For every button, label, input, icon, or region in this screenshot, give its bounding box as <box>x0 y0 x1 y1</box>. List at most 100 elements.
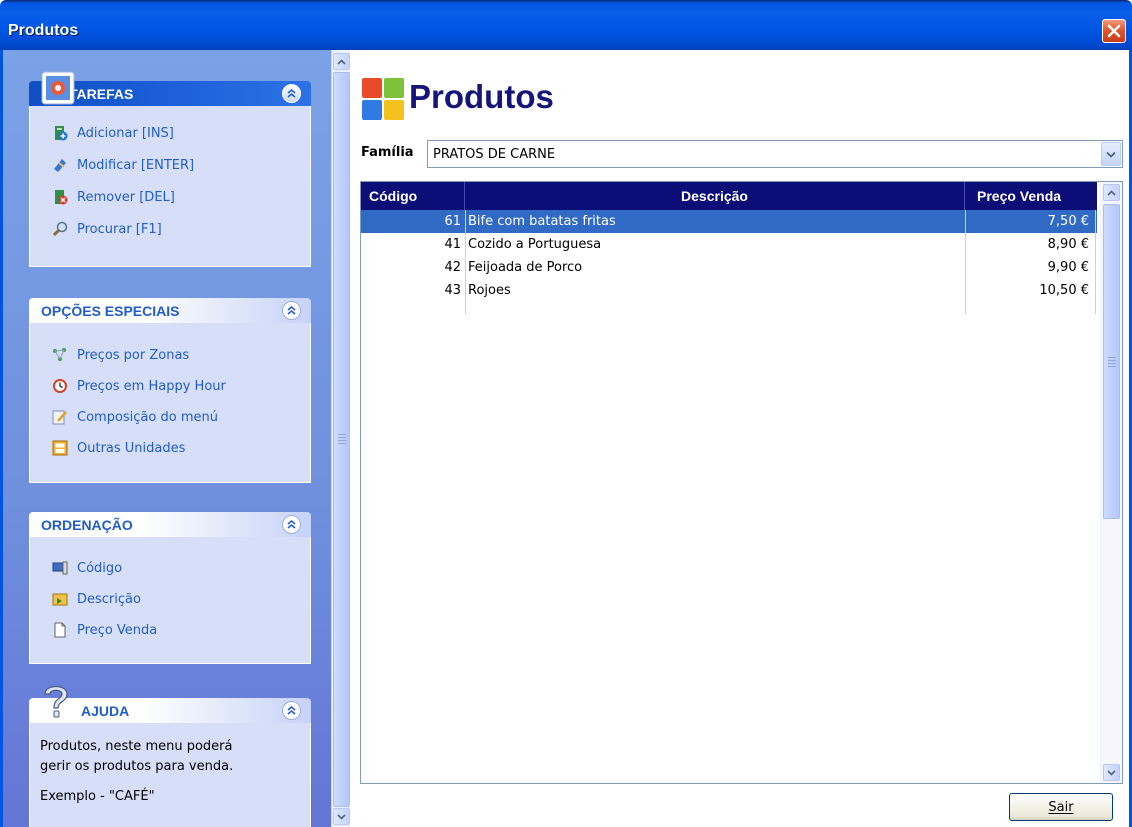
exit-button-label: Sair <box>1048 799 1074 815</box>
task-adicionar-label: Adicionar [INS] <box>77 125 174 141</box>
ordenacao-title: ORDENAÇÃO <box>41 517 133 533</box>
column-header-descricao[interactable]: Descrição <box>465 182 965 210</box>
task-procurar[interactable]: Procurar [F1] <box>52 219 162 239</box>
table-row[interactable]: 42 Feijoada de Porco 9,90 € <box>361 256 1097 279</box>
opcoes-header[interactable]: OPÇÕES ESPECIAIS <box>29 298 311 323</box>
table-scroll-thumb[interactable] <box>1103 204 1120 519</box>
table-row[interactable]: 61 Bife com batatas fritas 7,50 € <box>361 210 1097 233</box>
opcoes-title: OPÇÕES ESPECIAIS <box>41 303 180 319</box>
code-sort-icon <box>52 561 68 575</box>
window-title: Produtos <box>8 22 79 39</box>
task-modificar[interactable]: Modificar [ENTER] <box>52 155 194 175</box>
chevron-down-icon <box>1106 151 1116 158</box>
cell-descricao: Feijoada de Porco <box>468 260 583 275</box>
units-icon <box>52 440 68 456</box>
cell-codigo: 41 <box>444 237 461 252</box>
menu-composition-icon <box>52 410 67 425</box>
chevron-up-double-icon <box>287 705 296 715</box>
cell-descricao: Bife com batatas fritas <box>468 214 616 229</box>
column-divider <box>965 210 966 314</box>
tarefas-body: Adicionar [INS] Modificar [ENTER] Remove… <box>29 106 311 267</box>
chevron-up-double-icon <box>287 88 296 98</box>
edit-icon <box>54 159 66 172</box>
option-happy-hour-label: Preços em Happy Hour <box>77 378 226 394</box>
table-scrollbar[interactable] <box>1100 182 1122 783</box>
task-remover-label: Remover [DEL] <box>77 189 175 205</box>
tarefas-badge-icon <box>41 71 75 105</box>
column-header-preco-venda[interactable]: Preço Venda <box>965 182 1097 210</box>
help-icon <box>44 685 68 718</box>
table-row[interactable]: 43 Rojoes 10,50 € <box>361 279 1097 302</box>
help-text: Produtos, neste menu poderá gerir os pro… <box>40 737 233 807</box>
table-header: Código Descrição Preço Venda <box>361 182 1097 210</box>
cell-preco: 8,90 € <box>1047 237 1089 252</box>
sort-descricao[interactable]: Descrição <box>52 589 141 609</box>
tarefas-title: TAREFAS <box>69 86 134 102</box>
option-precos-zonas[interactable]: Preços por Zonas <box>52 345 189 365</box>
sort-descricao-label: Descrição <box>77 591 141 607</box>
sort-preco-venda-label: Preço Venda <box>77 622 158 638</box>
familia-select[interactable]: PRATOS DE CARNE <box>427 140 1123 168</box>
taskpane-scroll-up-button[interactable] <box>333 53 350 70</box>
column-header-codigo[interactable]: Código <box>361 182 465 210</box>
ajuda-title: AJUDA <box>81 703 130 719</box>
ordenacao-header[interactable]: ORDENAÇÃO <box>29 512 311 537</box>
chevron-up-icon <box>337 58 346 65</box>
tarefas-collapse-button[interactable] <box>282 84 301 103</box>
task-pane: TAREFAS Adicionar [INS] Modificar [ENTER… <box>3 50 331 827</box>
familia-dropdown-button[interactable] <box>1101 142 1121 166</box>
products-table: Código Descrição Preço Venda 61 Bife com… <box>360 181 1123 784</box>
taskpane-scrollbar[interactable] <box>331 50 350 827</box>
ordenacao-body: Código Descrição Preço Venda <box>29 537 311 664</box>
help-line-1: Produtos, neste menu poderá <box>40 739 233 754</box>
chevron-up-double-icon <box>287 305 296 315</box>
title-bar: Produtos <box>0 0 1132 50</box>
ajuda-body: Produtos, neste menu poderá gerir os pro… <box>29 723 311 827</box>
close-button[interactable] <box>1102 19 1126 43</box>
chevron-down-icon <box>337 813 346 820</box>
page-title: Produtos <box>409 78 554 115</box>
task-adicionar[interactable]: Adicionar [INS] <box>52 123 174 143</box>
main-panel: Produtos Família PRATOS DE CARNE Código … <box>351 50 1129 827</box>
cell-codigo: 61 <box>444 214 461 229</box>
remove-icon <box>55 190 68 205</box>
chevron-up-double-icon <box>287 519 296 529</box>
taskpane-scroll-thumb[interactable] <box>333 72 350 807</box>
opcoes-collapse-button[interactable] <box>282 301 301 320</box>
familia-select-value: PRATOS DE CARNE <box>433 147 556 162</box>
option-precos-zonas-label: Preços por Zonas <box>77 347 190 363</box>
sort-preco-venda[interactable]: Preço Venda <box>52 620 157 640</box>
cell-preco: 7,50 € <box>1047 214 1089 229</box>
table-scroll-down-button[interactable] <box>1103 764 1120 781</box>
option-composicao-menu[interactable]: Composição do menú <box>52 407 218 427</box>
task-remover[interactable]: Remover [DEL] <box>52 187 175 207</box>
task-procurar-label: Procurar [F1] <box>77 221 162 237</box>
table-scroll-up-button[interactable] <box>1103 184 1120 201</box>
cell-codigo: 42 <box>444 260 461 275</box>
cell-descricao: Cozido a Portuguesa <box>468 237 602 252</box>
sort-codigo[interactable]: Código <box>52 558 122 578</box>
column-divider <box>465 210 466 314</box>
task-modificar-label: Modificar [ENTER] <box>77 157 195 173</box>
chevron-up-icon <box>1107 189 1116 196</box>
description-sort-icon <box>52 593 68 606</box>
help-line-2: gerir os produtos para venda. <box>40 759 234 774</box>
products-logo-icon <box>362 78 404 120</box>
option-happy-hour[interactable]: Preços em Happy Hour <box>52 376 226 396</box>
opcoes-body: Preços por Zonas Preços em Happy Hour Co… <box>29 323 311 483</box>
table-row[interactable]: 41 Cozido a Portuguesa 8,90 € <box>361 233 1097 256</box>
ajuda-collapse-button[interactable] <box>282 701 301 720</box>
option-outras-unidades[interactable]: Outras Unidades <box>52 438 185 458</box>
taskpane-scroll-down-button[interactable] <box>333 808 350 825</box>
add-icon <box>55 126 68 141</box>
ordenacao-collapse-button[interactable] <box>282 515 301 534</box>
cell-preco: 10,50 € <box>1039 283 1089 298</box>
cell-preco: 9,90 € <box>1047 260 1089 275</box>
exit-button[interactable]: Sair <box>1009 793 1113 821</box>
sort-codigo-label: Código <box>77 560 123 576</box>
option-composicao-menu-label: Composição do menú <box>77 409 218 425</box>
column-divider <box>1095 210 1096 314</box>
cell-codigo: 43 <box>444 283 461 298</box>
help-example: Exemplo - "CAFÉ" <box>40 789 155 804</box>
search-icon <box>52 221 68 237</box>
